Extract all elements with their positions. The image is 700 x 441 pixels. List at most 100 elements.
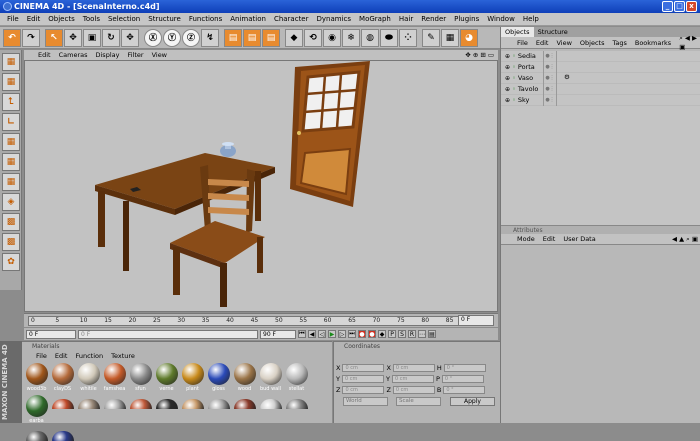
material-swatch[interactable]: stellat <box>285 363 308 392</box>
materials-menu-file[interactable]: File <box>32 352 51 360</box>
visibility-toggle[interactable]: ●⋮ <box>543 83 557 95</box>
material-swatch[interactable]: bud wall <box>259 363 282 392</box>
menu-functions[interactable]: Functions <box>185 15 226 23</box>
object-row[interactable]: ⊕ ◦ Vaso ●⋮ ⚙ <box>501 72 700 84</box>
position-field[interactable]: 0 cm <box>342 364 385 372</box>
edges-mode-icon[interactable]: ▦ <box>2 153 20 171</box>
scale-key-icon[interactable]: S <box>398 330 406 338</box>
object-row[interactable]: ⊕ ◦ Porta ●⋮ <box>501 61 700 73</box>
current-frame-field[interactable]: 0 F <box>26 329 76 339</box>
axis-mode-icon[interactable]: ∟ <box>2 113 20 131</box>
expand-icon[interactable]: ⊕ <box>505 75 510 82</box>
sculpt-icon[interactable]: ✿ <box>2 253 20 271</box>
end-frame-field[interactable]: 90 F <box>260 329 296 339</box>
object-mode-icon[interactable]: ▦ <box>2 73 20 91</box>
y-axis-icon[interactable]: Ⓨ <box>163 28 181 47</box>
tab-structure[interactable]: Structure <box>534 27 572 37</box>
menu-file[interactable]: File <box>3 15 23 23</box>
visibility-toggle[interactable]: ●⋮ <box>543 72 557 84</box>
position-field[interactable]: 0 cm <box>342 386 385 394</box>
scene-icon[interactable]: ⬬ <box>380 28 398 47</box>
rotation-field[interactable]: 0 ° <box>443 364 486 372</box>
rotate-tool-icon[interactable]: ↻ <box>102 28 120 47</box>
object-name[interactable]: Sky <box>518 96 530 104</box>
object-name[interactable]: Sedia <box>518 52 536 60</box>
prev-key-icon[interactable]: ◀ <box>308 330 316 338</box>
menu-edit[interactable]: Edit <box>23 15 45 23</box>
nurbs-icon[interactable]: ◉ <box>323 28 341 47</box>
expand-icon[interactable]: ⊕ <box>505 86 510 93</box>
start-frame-field[interactable]: 0 F <box>78 329 258 339</box>
material-swatch[interactable] <box>181 395 204 424</box>
next-frame-icon[interactable]: ▷ <box>338 330 346 338</box>
viewport-menu-display[interactable]: Display <box>92 51 124 59</box>
scale-tool-icon[interactable]: ▣ <box>83 28 101 47</box>
viewport-menu-cameras[interactable]: Cameras <box>55 51 92 59</box>
material-swatch[interactable] <box>259 395 282 424</box>
go-end-icon[interactable]: ⏭ <box>348 330 356 338</box>
live-select-icon[interactable]: ✥ <box>121 28 139 47</box>
timeline-end-field[interactable]: 0 F <box>458 315 494 326</box>
material-swatch[interactable] <box>285 395 308 424</box>
layout-icon[interactable]: ▦ <box>441 28 459 47</box>
material-swatch[interactable] <box>25 427 48 441</box>
menu-render[interactable]: Render <box>417 15 450 23</box>
size-field[interactable]: 0 cm <box>392 364 435 372</box>
go-start-icon[interactable]: ⏮ <box>298 330 306 338</box>
tweak-mode-icon[interactable]: ▩ <box>2 213 20 231</box>
material-swatch[interactable] <box>51 427 74 441</box>
material-swatch[interactable] <box>51 395 74 424</box>
search-icon[interactable]: ⌕ ◀ ▶ ▣ <box>675 34 700 51</box>
expand-icon[interactable]: ⊕ <box>505 64 510 71</box>
maximize-button[interactable]: □ <box>674 1 685 12</box>
object-tags[interactable]: ⚙ <box>564 73 570 81</box>
viewport-3d[interactable] <box>24 60 498 312</box>
material-swatch[interactable]: earba <box>25 395 48 424</box>
particle-icon[interactable]: ⁘ <box>399 28 417 47</box>
timeline-track[interactable]: 051015202530354045505560657075808590 <box>28 316 478 326</box>
objects-menu-file[interactable]: File <box>513 39 532 47</box>
viewport-menu-edit[interactable]: Edit <box>34 51 55 59</box>
materials-menu-texture[interactable]: Texture <box>107 352 139 360</box>
spline-icon[interactable]: ⟲ <box>304 28 322 47</box>
menu-hair[interactable]: Hair <box>395 15 417 23</box>
cube-icon[interactable]: ◆ <box>285 28 303 47</box>
attributes-menu-userdata[interactable]: User Data <box>559 235 599 243</box>
array-icon[interactable]: ❄ <box>342 28 360 47</box>
texture-mode-icon[interactable]: ⮤ <box>2 93 20 111</box>
menu-window[interactable]: Window <box>483 15 519 23</box>
expand-icon[interactable]: ⊕ <box>505 53 510 60</box>
workplane-icon[interactable]: ◈ <box>2 193 20 211</box>
size-field[interactable]: 0 cm <box>392 386 435 394</box>
move-tool-icon[interactable]: ✥ <box>64 28 82 47</box>
autokey-icon[interactable]: ● <box>368 330 376 338</box>
menu-structure[interactable]: Structure <box>144 15 185 23</box>
minimize-button[interactable]: _ <box>662 1 673 12</box>
position-field[interactable]: 0 cm <box>341 375 384 383</box>
material-swatch[interactable]: verne <box>155 363 178 392</box>
keyframe-icon[interactable]: ◆ <box>378 330 386 338</box>
menu-selection[interactable]: Selection <box>104 15 144 23</box>
menu-animation[interactable]: Animation <box>226 15 270 23</box>
render-picture-icon[interactable]: ▤ <box>243 28 261 47</box>
prev-frame-icon[interactable]: ◁ <box>318 330 326 338</box>
object-name[interactable]: Porta <box>518 63 535 71</box>
scale-select[interactable]: Scale <box>396 397 441 406</box>
viewport-menu-filter[interactable]: Filter <box>123 51 147 59</box>
attributes-nav-icons[interactable]: ◀ ▲ ⌕ ▣ <box>668 235 700 244</box>
viewport-menu-view[interactable]: View <box>148 51 171 59</box>
menu-objects[interactable]: Objects <box>44 15 78 23</box>
points-mode-icon[interactable]: ▦ <box>2 133 20 151</box>
material-swatch[interactable]: sfun <box>129 363 152 392</box>
objects-menu-objects[interactable]: Objects <box>576 39 609 47</box>
object-row[interactable]: ⊕ ◦ Sky ●⋮ <box>501 94 700 106</box>
model-mode-icon[interactable]: ▦ <box>2 53 20 71</box>
menu-character[interactable]: Character <box>270 15 313 23</box>
material-swatch[interactable]: famshea <box>103 363 126 392</box>
objects-menu-edit[interactable]: Edit <box>532 39 553 47</box>
menu-plugins[interactable]: Plugins <box>450 15 483 23</box>
apply-button[interactable]: Apply <box>450 397 495 406</box>
material-swatch[interactable]: plant <box>181 363 204 392</box>
record-icon[interactable]: ● <box>358 330 366 338</box>
close-button[interactable]: x <box>686 1 697 12</box>
